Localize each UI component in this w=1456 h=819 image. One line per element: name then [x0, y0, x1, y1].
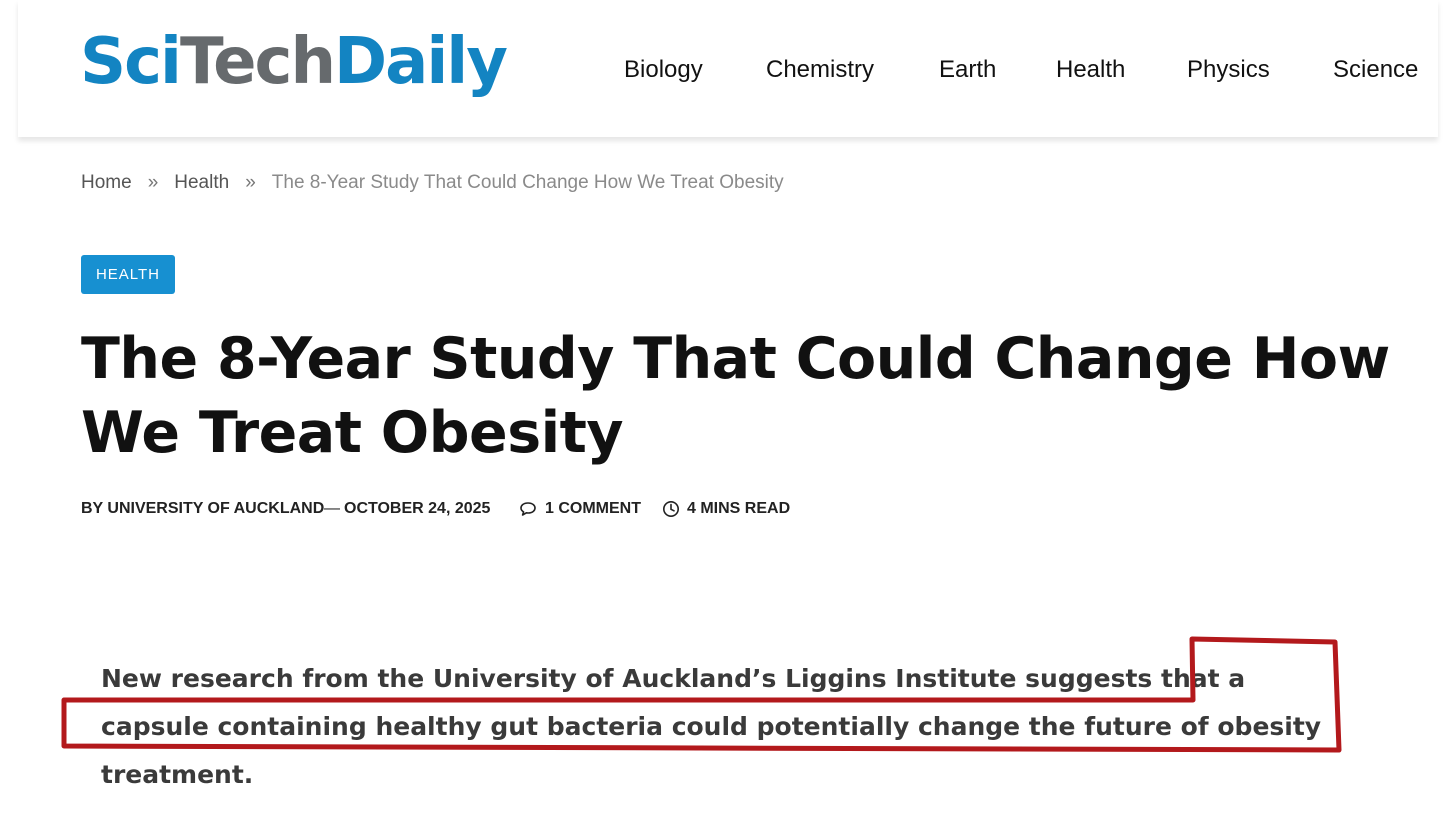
breadcrumb-home[interactable]: Home	[81, 172, 132, 193]
nav-item-health[interactable]: Health	[1056, 52, 1125, 88]
nav-item-chemistry[interactable]: Chemistry	[766, 52, 874, 88]
logo-daily: Daily	[334, 25, 508, 99]
author-byline[interactable]: BY UNIVERSITY OF AUCKLAND	[81, 498, 324, 520]
breadcrumb-separator: »	[245, 172, 256, 193]
site-header: SciTechDaily Biology Chemistry Earth Hea…	[18, 0, 1438, 137]
breadcrumb: Home » Health » The 8-Year Study That Could …	[81, 170, 784, 196]
logo-sci: Sci	[80, 25, 182, 99]
logo-tech: Tech	[179, 25, 336, 99]
clock-icon	[662, 500, 680, 518]
meta-dash: —	[324, 500, 340, 517]
breadcrumb-health[interactable]: Health	[174, 172, 229, 193]
nav-item-science[interactable]: Science	[1333, 52, 1418, 88]
nav-item-biology[interactable]: Biology	[624, 52, 703, 88]
comment-icon[interactable]	[519, 501, 537, 517]
site-logo[interactable]: SciTechDaily	[80, 22, 508, 102]
nav-item-physics[interactable]: Physics	[1187, 52, 1270, 88]
comment-count[interactable]: 1 COMMENT	[545, 498, 641, 520]
publish-date: OCTOBER 24, 2025	[344, 500, 491, 517]
read-time: 4 MINS READ	[687, 500, 791, 517]
nav-item-earth[interactable]: Earth	[939, 52, 996, 88]
breadcrumb-current: The 8-Year Study That Could Change How W…	[271, 172, 784, 193]
breadcrumb-separator: »	[147, 172, 159, 193]
article-lead: New research from the University of Auck…	[101, 664, 1322, 789]
category-badge[interactable]: HEALTH	[81, 255, 175, 294]
page-title: The 8-Year Study That Could Change How W…	[81, 326, 1390, 466]
